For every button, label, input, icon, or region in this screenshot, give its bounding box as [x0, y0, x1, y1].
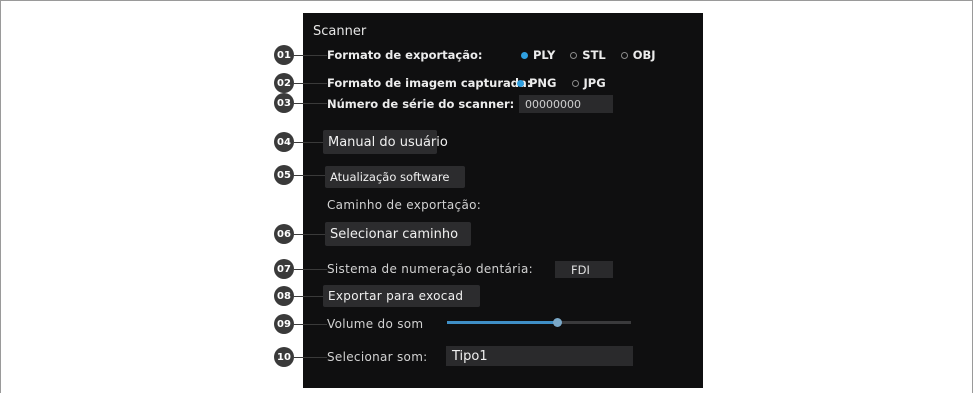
radio-png-label[interactable]: PNG: [529, 76, 557, 90]
radio-jpg[interactable]: [571, 79, 579, 87]
callout-10: 10: [274, 347, 294, 367]
user-manual-button[interactable]: Manual do usuário: [323, 130, 448, 154]
callout-07: 07: [274, 259, 294, 279]
callout-line-10: [294, 357, 327, 358]
callout-line-02: [294, 83, 327, 84]
serial-number-field[interactable]: 00000000: [519, 95, 613, 113]
radio-stl-label[interactable]: STL: [582, 48, 605, 62]
callout-line-06: [294, 234, 327, 235]
radio-obj[interactable]: [620, 51, 628, 59]
image-format-radio-group: PNG JPG: [517, 76, 616, 90]
radio-stl[interactable]: [570, 51, 578, 59]
volume-label: Volume do som: [327, 317, 424, 331]
callout-04: 04: [274, 132, 294, 152]
callout-line-03: [294, 103, 327, 104]
callout-05: 05: [274, 165, 294, 185]
callout-03: 03: [274, 93, 294, 113]
export-format-label: Formato de exportação:: [327, 48, 483, 62]
tooth-numbering-label: Sistema de numeração dentária:: [327, 262, 533, 276]
radio-jpg-label[interactable]: JPG: [584, 76, 606, 90]
export-path-label: Caminho de exportação:: [327, 198, 482, 212]
export-format-radio-group: PLY STL OBJ: [521, 48, 666, 62]
select-sound-label: Selecionar som:: [327, 350, 428, 364]
volume-slider-fill: [447, 321, 558, 324]
callout-line-09: [294, 324, 327, 325]
callout-line-05: [294, 175, 327, 176]
serial-label: Número de série do scanner:: [327, 97, 515, 111]
radio-obj-label[interactable]: OBJ: [633, 48, 656, 62]
volume-slider[interactable]: [447, 318, 631, 327]
software-update-button[interactable]: Atualização software: [325, 166, 465, 188]
radio-ply[interactable]: [521, 51, 528, 59]
callout-09: 09: [274, 314, 294, 334]
callout-02: 02: [274, 73, 294, 93]
callout-01: 01: [274, 45, 294, 65]
export-exocad-button[interactable]: Exportar para exocad: [323, 285, 480, 307]
callout-line-07: [294, 269, 327, 270]
callout-line-01: [294, 55, 327, 56]
callout-06: 06: [274, 224, 294, 244]
image-format-label: Formato de imagem capturada:: [327, 76, 532, 90]
tooth-numbering-select[interactable]: FDI: [555, 261, 613, 278]
select-path-button[interactable]: Selecionar caminho: [325, 222, 471, 246]
radio-ply-label[interactable]: PLY: [533, 48, 555, 62]
radio-png[interactable]: [517, 79, 524, 87]
sound-select[interactable]: Tipo1: [446, 346, 633, 366]
callout-08: 08: [274, 286, 294, 306]
panel-title: Scanner: [313, 24, 367, 39]
